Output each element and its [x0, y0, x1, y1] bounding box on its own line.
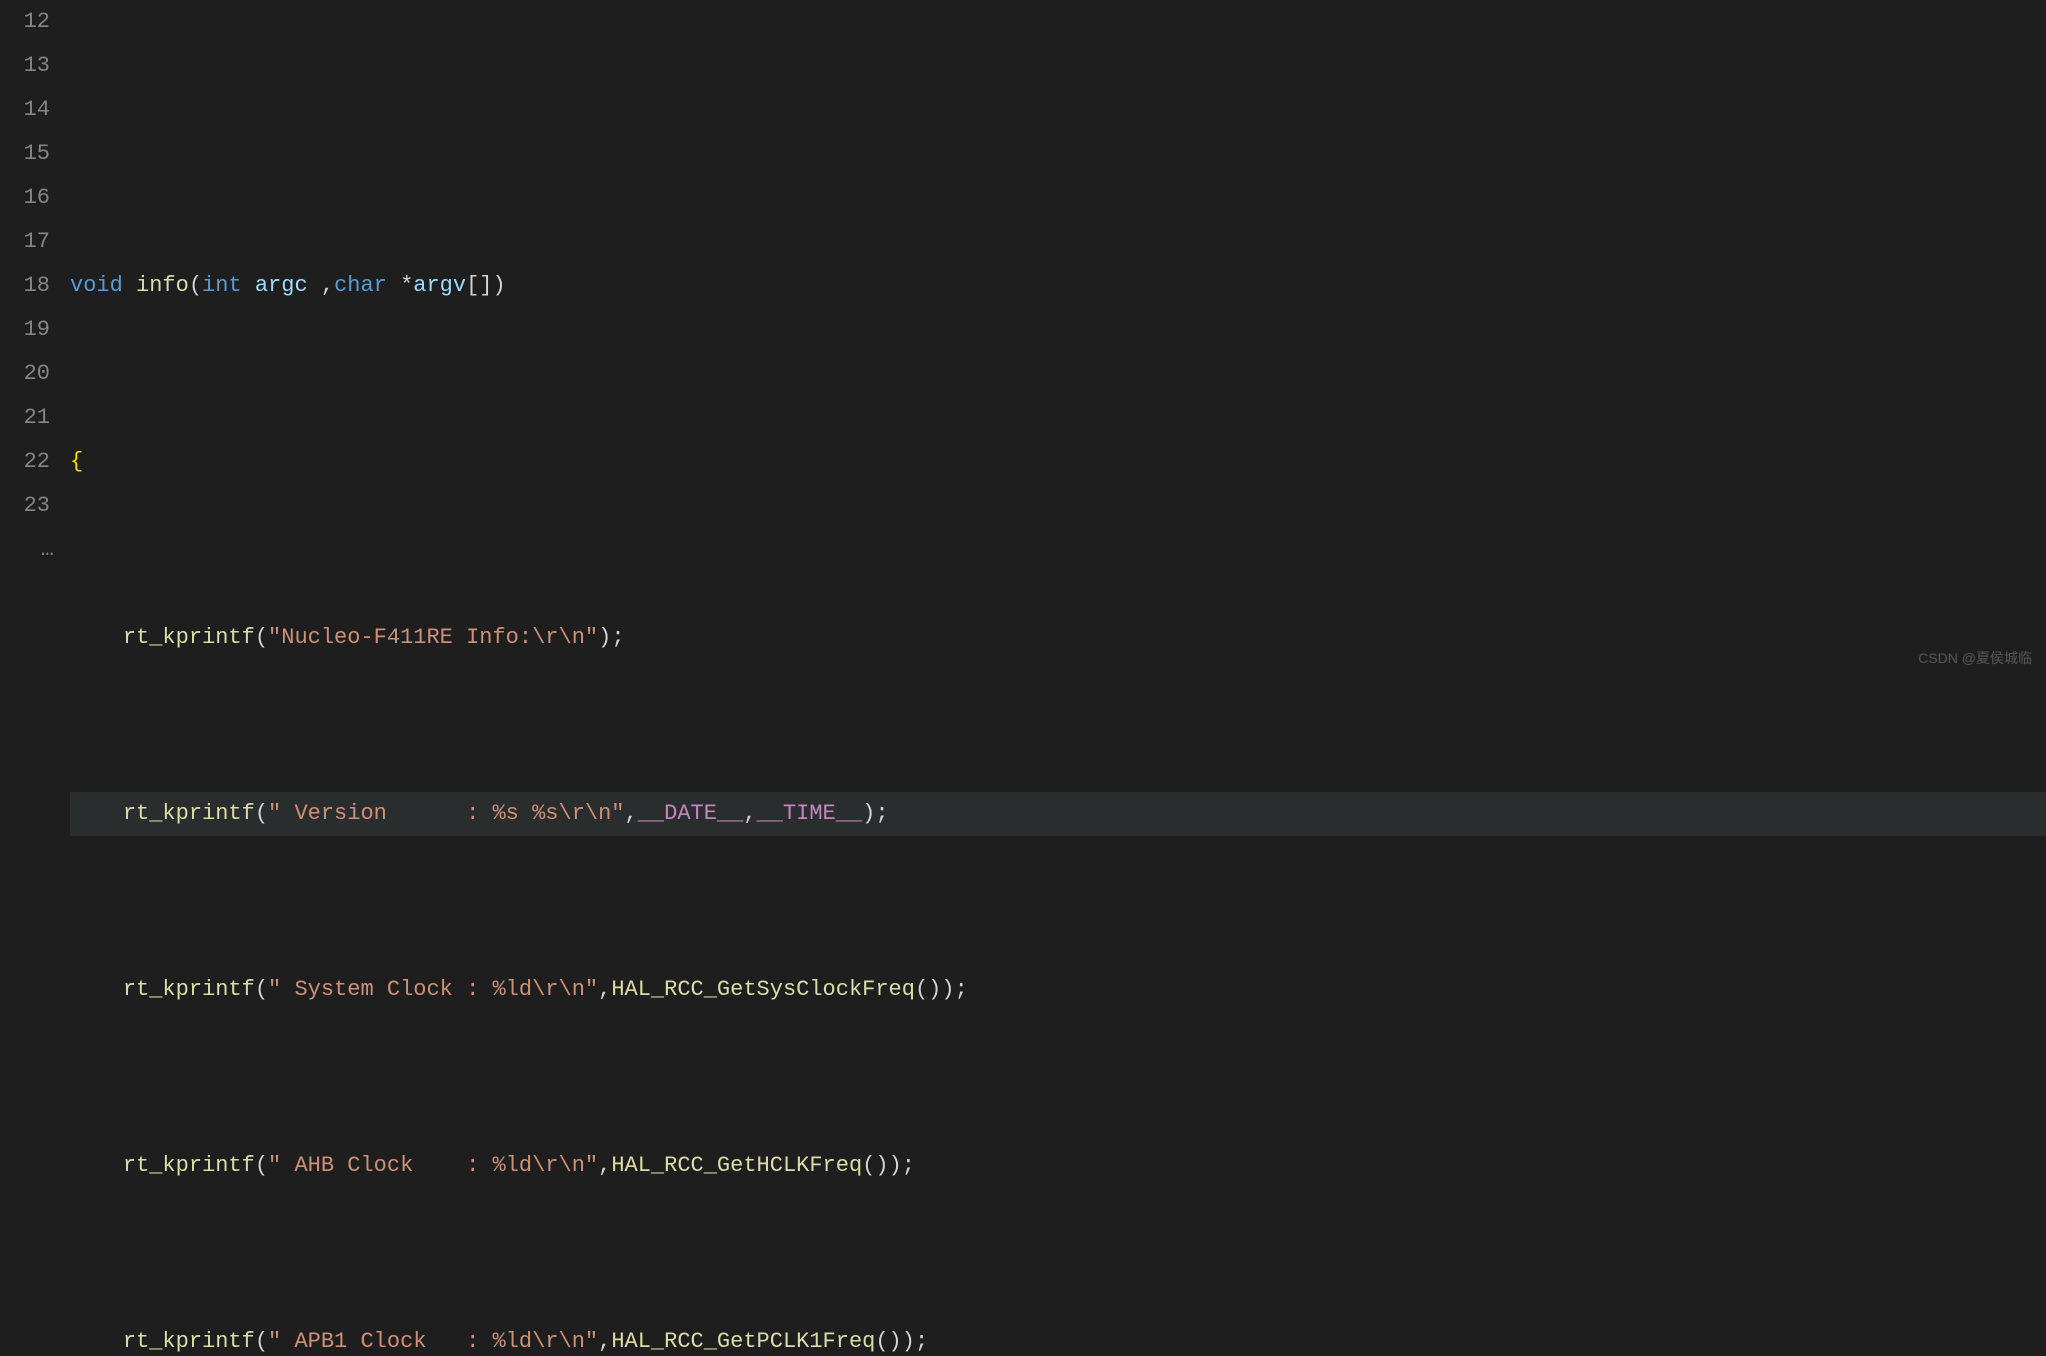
code-line[interactable]: void info(int argc ,char *argv[])	[70, 264, 2046, 308]
code-editor[interactable]: 12 13 14 15 16 17 18 19 20 21 22 23 … vo…	[0, 0, 2046, 1356]
line-number: 17	[0, 220, 50, 264]
code-line-current[interactable]: rt_kprintf(" Version : %s %s\r\n",__DATE…	[70, 792, 2046, 836]
code-line[interactable]: {	[70, 440, 2046, 484]
line-number: 18	[0, 264, 50, 308]
line-number: 13	[0, 44, 50, 88]
watermark-text: CSDN @夏侯城临	[1918, 648, 2032, 668]
line-number: 16	[0, 176, 50, 220]
line-number: 19	[0, 308, 50, 352]
line-number-gutter: 12 13 14 15 16 17 18 19 20 21 22 23 …	[0, 0, 70, 1356]
code-line[interactable]: rt_kprintf(" APB1 Clock : %ld\r\n",HAL_R…	[70, 1320, 2046, 1356]
code-line[interactable]	[70, 88, 2046, 132]
line-number: 14	[0, 88, 50, 132]
line-number: 22	[0, 440, 50, 484]
line-number: 15	[0, 132, 50, 176]
line-number: 21	[0, 396, 50, 440]
code-line[interactable]: rt_kprintf(" AHB Clock : %ld\r\n",HAL_RC…	[70, 1144, 2046, 1188]
code-line[interactable]: rt_kprintf("Nucleo-F411RE Info:\r\n");	[70, 616, 2046, 660]
code-line[interactable]: rt_kprintf(" System Clock : %ld\r\n",HAL…	[70, 968, 2046, 1012]
line-number: 23	[0, 484, 50, 528]
code-area[interactable]: void info(int argc ,char *argv[]) { rt_k…	[70, 0, 2046, 1356]
more-lines-indicator: …	[0, 528, 50, 572]
line-number: 20	[0, 352, 50, 396]
line-number: 12	[0, 0, 50, 44]
